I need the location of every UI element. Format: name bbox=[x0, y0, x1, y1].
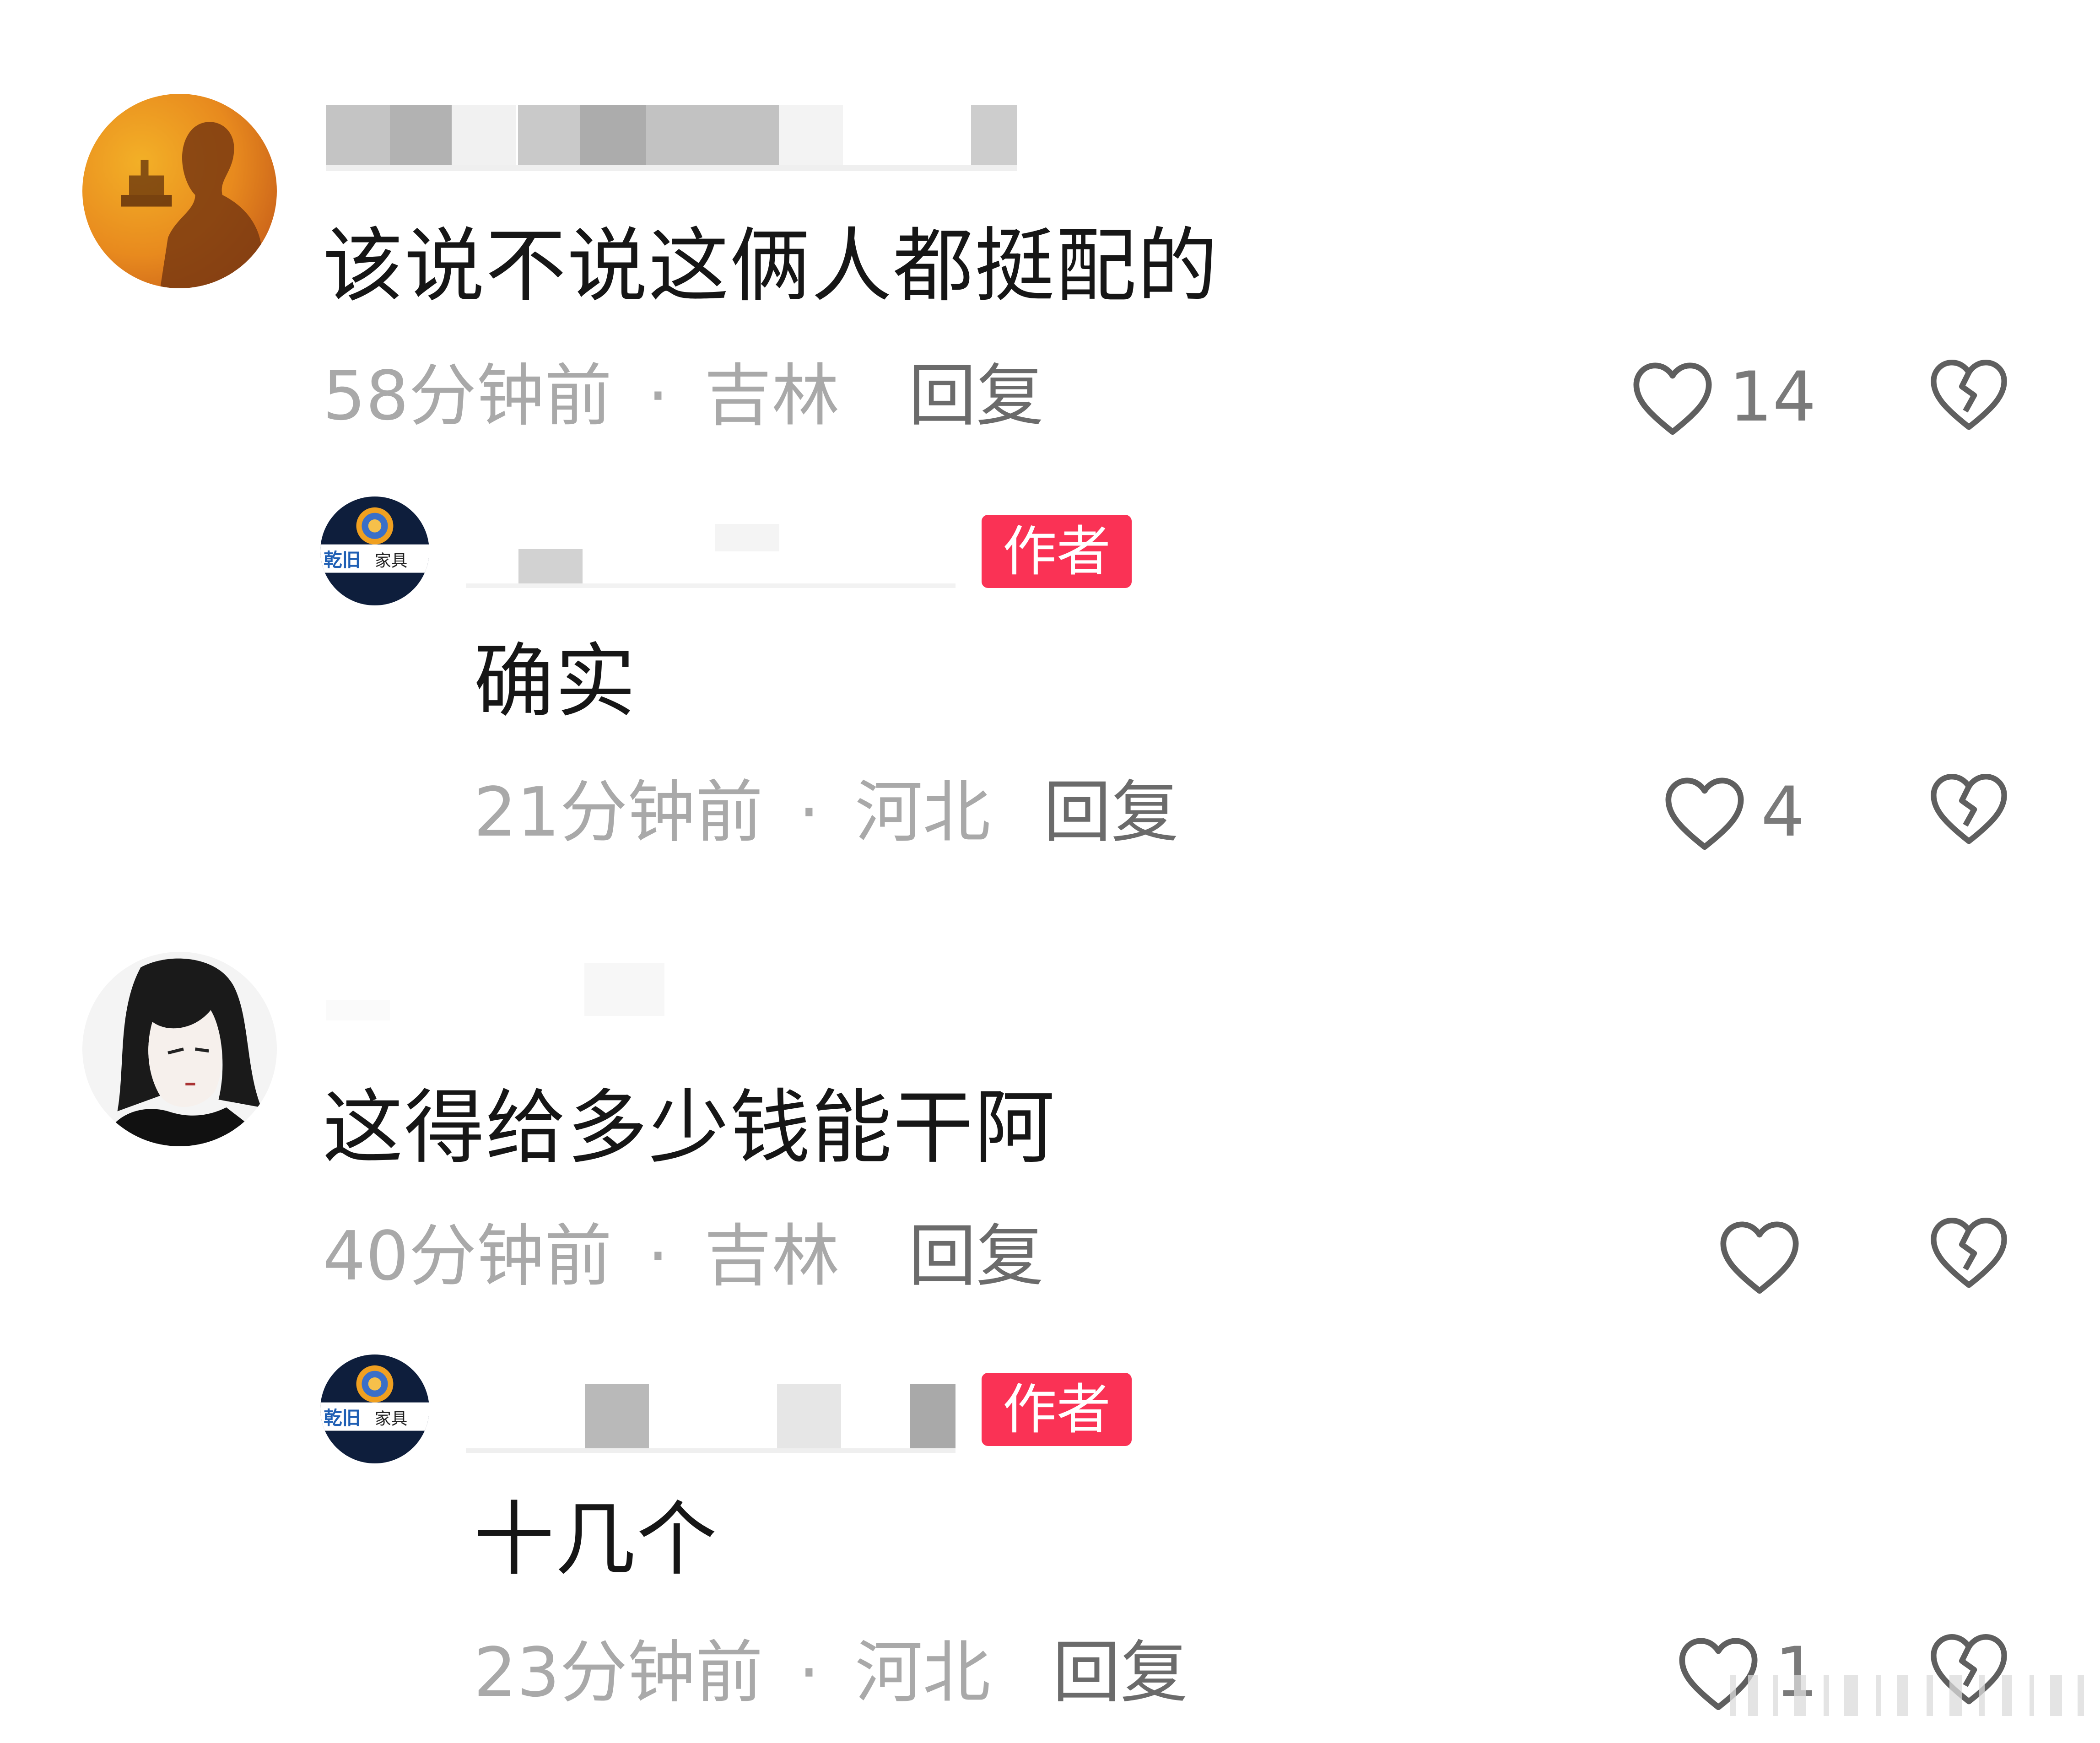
reply-button[interactable]: 回复 bbox=[908, 1217, 1044, 1295]
comment-text: 该说不说这俩人都挺配的 bbox=[323, 219, 1219, 313]
comment-location: 吉林 bbox=[704, 1217, 840, 1295]
reply-button[interactable]: 回复 bbox=[1043, 773, 1179, 851]
reply-location: 河北 bbox=[855, 1633, 991, 1712]
username-blurred[interactable] bbox=[326, 101, 1017, 174]
user-avatar[interactable] bbox=[82, 94, 277, 288]
reply-time: 23分钟前 bbox=[474, 1633, 763, 1712]
username-blurred[interactable] bbox=[326, 956, 674, 1025]
dislike-button[interactable] bbox=[1927, 769, 2011, 847]
comment-meta: 40分钟前 · 吉林 bbox=[323, 1217, 839, 1295]
like-count: 4 bbox=[1761, 772, 1805, 852]
reply-text: 十几个 bbox=[474, 1493, 718, 1587]
comment-text: 这得给多少钱能干阿 bbox=[323, 1081, 1056, 1175]
furniture-logo-avatar-image: 乾旧 家具 bbox=[320, 1354, 429, 1463]
like-button[interactable]: 14 bbox=[1629, 351, 1816, 443]
reply-time: 21分钟前 bbox=[474, 773, 763, 852]
like-button[interactable]: 4 bbox=[1661, 766, 1804, 858]
anime-portrait-avatar-image bbox=[82, 952, 277, 1146]
dislike-button[interactable] bbox=[1927, 355, 2011, 432]
furniture-logo-avatar-image: 乾旧 家具 bbox=[320, 496, 429, 605]
author-avatar[interactable]: 乾旧 家具 bbox=[320, 496, 429, 605]
meta-separator: · bbox=[798, 773, 820, 852]
author-username-blurred[interactable] bbox=[466, 1377, 956, 1455]
reply-meta: 21分钟前 · 河北 bbox=[474, 773, 990, 851]
broken-heart-icon bbox=[1931, 1218, 2007, 1288]
author-username-blurred[interactable] bbox=[466, 510, 956, 590]
comment-time: 40分钟前 bbox=[323, 1217, 612, 1295]
svg-text:家具: 家具 bbox=[375, 551, 407, 570]
reply-text: 确实 bbox=[474, 635, 637, 728]
meta-separator: · bbox=[798, 1633, 820, 1712]
reply-button[interactable]: 回复 bbox=[908, 357, 1044, 435]
meta-separator: · bbox=[647, 1217, 669, 1295]
author-badge: 作者 bbox=[982, 515, 1132, 588]
reply-location: 河北 bbox=[855, 773, 991, 852]
watermark-overlay bbox=[1730, 1666, 2091, 1721]
author-avatar[interactable]: 乾旧 家具 bbox=[320, 1354, 429, 1463]
comment-location: 吉林 bbox=[704, 356, 840, 435]
author-badge: 作者 bbox=[982, 1373, 1132, 1446]
broken-heart-icon bbox=[1931, 360, 2007, 430]
heart-outline-icon bbox=[1633, 362, 1712, 435]
meta-separator: · bbox=[647, 356, 669, 435]
svg-text:乾旧: 乾旧 bbox=[324, 549, 361, 571]
like-count: 14 bbox=[1729, 357, 1816, 437]
svg-text:家具: 家具 bbox=[375, 1409, 407, 1428]
reply-button[interactable]: 回复 bbox=[1053, 1634, 1188, 1711]
svg-text:乾旧: 乾旧 bbox=[324, 1407, 361, 1429]
comment-meta: 58分钟前 · 吉林 bbox=[323, 357, 839, 435]
like-button[interactable] bbox=[1716, 1210, 1816, 1302]
heart-outline-icon bbox=[1720, 1221, 1799, 1294]
broken-heart-icon bbox=[1931, 773, 2007, 844]
silhouette-avatar-image bbox=[82, 94, 277, 288]
dislike-button[interactable] bbox=[1927, 1213, 2011, 1290]
comment-time: 58分钟前 bbox=[323, 356, 612, 435]
user-avatar[interactable] bbox=[82, 952, 277, 1146]
reply-meta: 23分钟前 · 河北 bbox=[474, 1634, 990, 1711]
heart-outline-icon bbox=[1665, 777, 1744, 850]
